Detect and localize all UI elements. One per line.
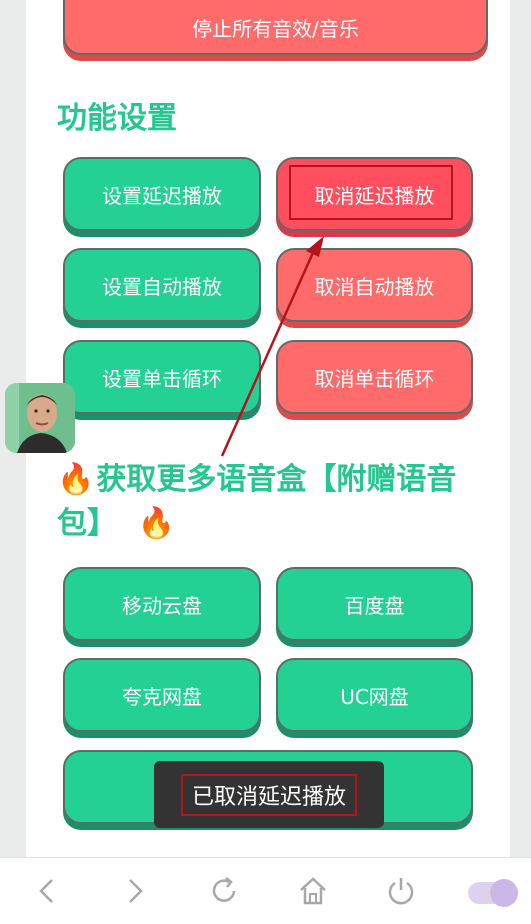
set-auto-play-button[interactable]: 设置自动播放 — [63, 248, 261, 322]
home-icon[interactable] — [296, 874, 330, 908]
refresh-icon[interactable] — [207, 874, 241, 908]
set-delay-play-button[interactable]: 设置延迟播放 — [63, 157, 261, 231]
uc-pan-button[interactable]: UC网盘 — [276, 658, 473, 732]
back-icon[interactable] — [30, 874, 64, 908]
cancel-delay-highlight-box — [289, 165, 453, 220]
mobile-cloud-button[interactable]: 移动云盘 — [63, 567, 261, 641]
set-click-loop-button[interactable]: 设置单击循环 — [63, 340, 261, 414]
cancel-click-loop-button[interactable]: 取消单击循环 — [276, 340, 473, 414]
toast-notification: 已取消延迟播放 — [154, 761, 384, 828]
baidu-pan-label: 百度盘 — [344, 593, 405, 618]
quark-pan-label: 夸克网盘 — [122, 684, 202, 709]
cancel-auto-play-label: 取消自动播放 — [314, 274, 435, 299]
voice-box-title: 🔥获取更多语音盒【附赠语音 包】 🔥 — [57, 458, 477, 546]
cancel-auto-play-button[interactable]: 取消自动播放 — [276, 248, 473, 322]
toggle-switch[interactable] — [468, 878, 524, 908]
voice-box-title-line1: 获取更多语音盒【附赠语音 — [96, 462, 457, 497]
cancel-click-loop-label: 取消单击循环 — [314, 366, 435, 391]
mobile-cloud-label: 移动云盘 — [122, 593, 202, 618]
fire-icon: 🔥 — [57, 462, 95, 497]
uc-pan-label: UC网盘 — [340, 684, 409, 709]
stop-all-sounds-button[interactable]: 停止所有音效/音乐 — [63, 0, 488, 55]
quark-pan-button[interactable]: 夸克网盘 — [63, 658, 261, 732]
browser-navbar — [0, 857, 531, 924]
toast-message: 已取消延迟播放 — [180, 773, 357, 816]
set-delay-play-label: 设置延迟播放 — [102, 183, 222, 208]
stop-all-sounds-label: 停止所有音效/音乐 — [192, 17, 359, 41]
set-click-loop-label: 设置单击循环 — [102, 366, 222, 391]
function-settings-title: 功能设置 — [57, 101, 177, 136]
voice-box-title-line2: 包】 — [57, 506, 117, 541]
set-auto-play-label: 设置自动播放 — [102, 274, 222, 299]
power-icon[interactable] — [384, 874, 418, 908]
baidu-pan-button[interactable]: 百度盘 — [276, 567, 473, 641]
avatar[interactable] — [5, 383, 75, 453]
forward-icon[interactable] — [118, 874, 152, 908]
fire-icon: 🔥 — [137, 506, 175, 541]
